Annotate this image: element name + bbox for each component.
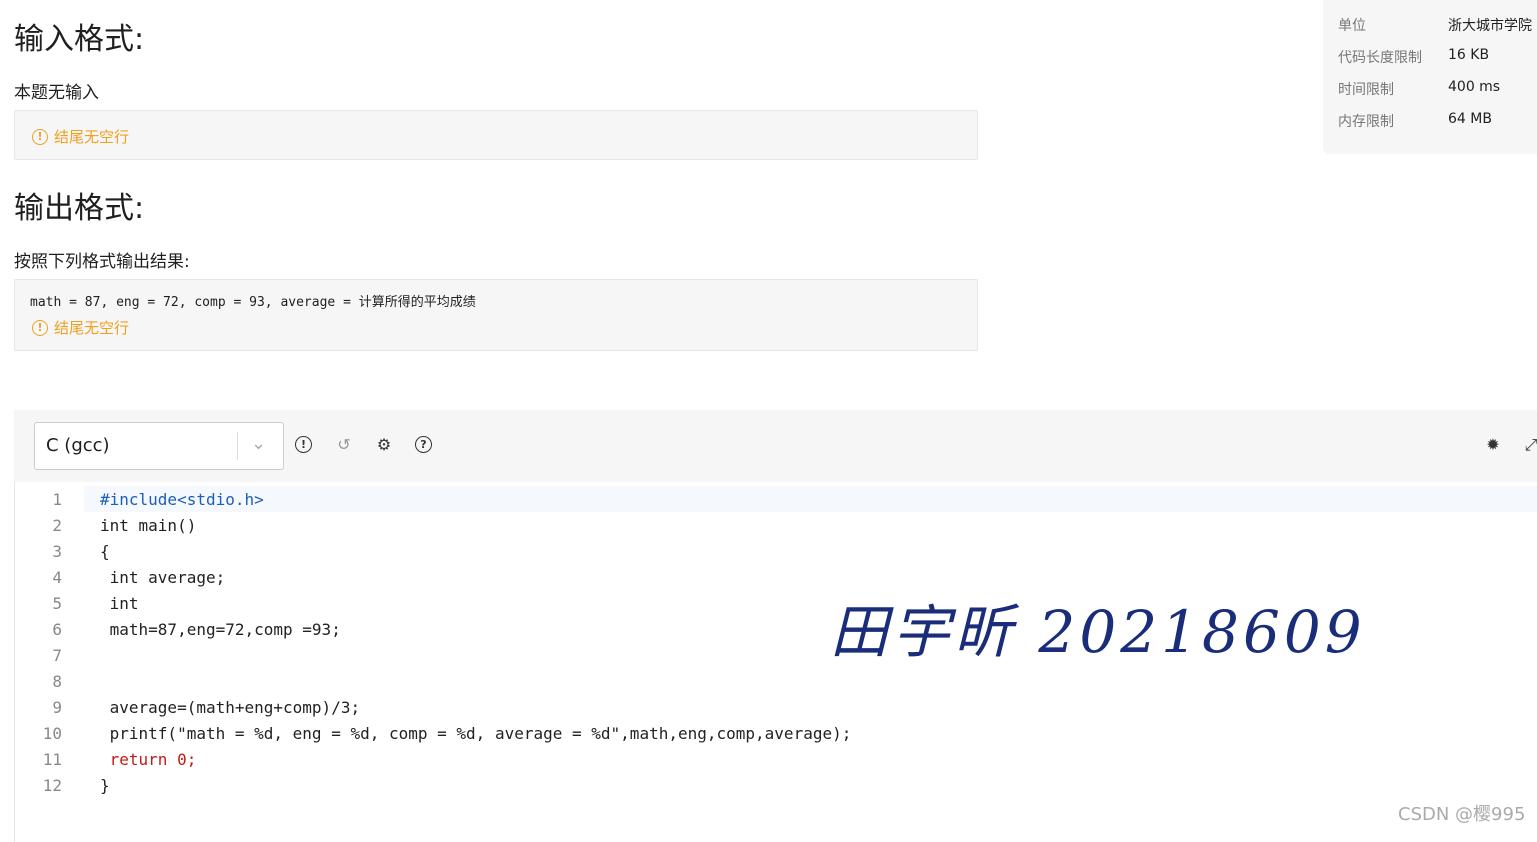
problem-info-panel: 单位 浙大城市学院 代码长度限制 16 KB 时间限制 400 ms 内存限制 64 M… bbox=[1323, 0, 1537, 154]
line-number: 2 bbox=[52, 516, 62, 535]
info-label: 单位 bbox=[1338, 18, 1366, 34]
line-number: 12 bbox=[42, 776, 62, 795]
line-number: 11 bbox=[42, 750, 62, 769]
line-number: 1 bbox=[52, 490, 62, 509]
line-number: 10 bbox=[42, 724, 62, 743]
info-label: 代码长度限制 bbox=[1338, 50, 1422, 66]
code-line: int bbox=[100, 594, 139, 613]
output-sample: math = 87, eng = 72, comp = 93, average … bbox=[30, 295, 476, 310]
chevron-down-icon: ⌄ bbox=[251, 433, 267, 454]
info-value: 64 MB bbox=[1448, 111, 1492, 127]
code-line: #include<stdio.h> bbox=[100, 490, 264, 509]
info-value: 16 KB bbox=[1448, 47, 1490, 63]
exclamation-icon[interactable]: ! bbox=[295, 436, 312, 453]
line-number: 6 bbox=[52, 620, 62, 639]
line-number: 4 bbox=[52, 568, 62, 587]
code-line: int average; bbox=[100, 568, 226, 587]
warning-icon: ! bbox=[32, 128, 48, 145]
output-format-title: 输出格式: bbox=[14, 191, 145, 226]
info-label: 内存限制 bbox=[1338, 114, 1394, 130]
gear-icon[interactable]: ⚙ bbox=[375, 436, 393, 454]
code-line: printf("math = %d, eng = %d, comp = %d, … bbox=[100, 724, 852, 743]
csdn-watermark: CSDN @樱995 bbox=[1398, 804, 1526, 825]
help-icon[interactable]: ? bbox=[415, 436, 432, 453]
code-line: average=(math+eng+comp)/3; bbox=[100, 698, 361, 717]
editor-toolbar: C (gcc) ⌄ ! ↺ ⚙ ? ✹ ⤢ bbox=[14, 410, 1537, 482]
line-number: 7 bbox=[52, 646, 62, 665]
no-trailing-newline-note: 结尾无空行 bbox=[54, 319, 130, 337]
fullscreen-icon[interactable]: ⤢ bbox=[1522, 436, 1537, 454]
input-format-text: 本题无输入 bbox=[14, 83, 99, 103]
history-icon[interactable]: ↺ bbox=[335, 436, 353, 454]
line-number: 8 bbox=[52, 672, 62, 691]
code-line: math=87,eng=72,comp =93; bbox=[100, 620, 341, 639]
input-format-title: 输入格式: bbox=[14, 22, 145, 57]
code-line: } bbox=[100, 776, 110, 795]
handwritten-signature: 田宇昕 20218609 bbox=[830, 598, 1366, 666]
code-line: return 0; bbox=[100, 750, 197, 769]
output-format-text: 按照下列格式输出结果: bbox=[14, 252, 190, 272]
debug-icon[interactable]: ✹ bbox=[1484, 436, 1502, 454]
line-number: 5 bbox=[52, 594, 62, 613]
language-value: C (gcc) bbox=[46, 435, 110, 456]
line-number: 9 bbox=[52, 698, 62, 717]
language-select[interactable]: C (gcc) ⌄ bbox=[34, 422, 284, 470]
output-sample-box: math = 87, eng = 72, comp = 93, average … bbox=[14, 279, 978, 351]
info-value: 浙大城市学院 bbox=[1448, 18, 1532, 34]
code-line: { bbox=[100, 542, 110, 561]
info-value: 400 ms bbox=[1448, 79, 1501, 95]
warning-icon: ! bbox=[32, 319, 48, 336]
code-line: int main() bbox=[100, 516, 197, 535]
info-label: 时间限制 bbox=[1338, 82, 1394, 98]
line-number: 3 bbox=[52, 542, 62, 561]
no-trailing-newline-note: 结尾无空行 bbox=[54, 128, 130, 146]
input-note-box: ! 结尾无空行 bbox=[14, 110, 978, 160]
